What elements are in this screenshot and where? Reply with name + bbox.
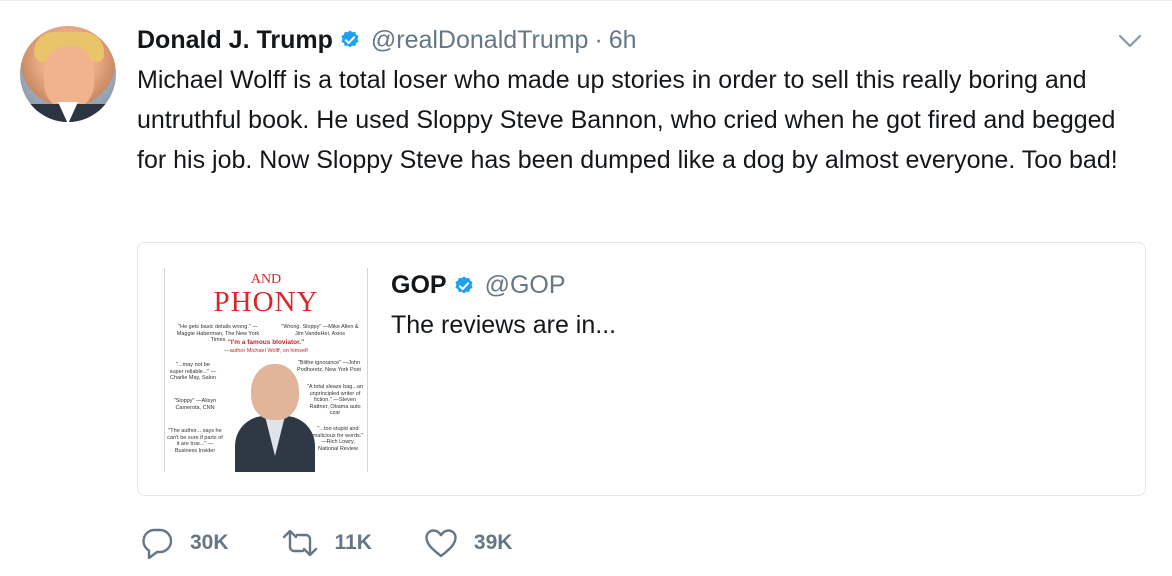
book-title-main: PHONY	[213, 286, 319, 318]
book-blurb-source: —author Michael Wolff, on himself	[224, 348, 308, 354]
quoted-author-name[interactable]: GOP	[391, 271, 447, 300]
book-cover-portrait	[235, 364, 315, 472]
retweet-button[interactable]: 11K	[281, 528, 372, 558]
chevron-down-icon[interactable]	[1118, 33, 1142, 49]
avatar-face	[44, 46, 94, 108]
book-blurb: "Sloppy" —Alisyn Camerota, CNN	[173, 398, 217, 411]
retweet-icon	[282, 529, 317, 557]
reply-count: 30K	[190, 531, 229, 554]
verified-badge-icon	[453, 275, 475, 297]
book-blurb: "Wrong. Sloppy" —Mike Allen & Jim VandeH…	[281, 324, 359, 337]
tweet-text: Michael Wolff is a total loser who made …	[137, 66, 1118, 174]
book-blurb: "...may not be super reliable..." —Charl…	[169, 362, 217, 381]
quoted-tweet-text: The reviews are in...	[391, 311, 617, 339]
author-handle[interactable]: @realDonaldTrump	[371, 26, 589, 55]
avatar[interactable]	[20, 26, 116, 122]
verified-badge-icon	[339, 29, 361, 51]
tweet-header: Donald J. Trump @realDonaldTrump · 6h	[137, 24, 637, 56]
quoted-tweet-header: GOP @GOP	[391, 271, 566, 300]
top-divider	[0, 0, 1172, 1]
book-blurb: "The author... says he can't be sure if …	[167, 428, 223, 454]
like-button[interactable]: 39K	[424, 527, 513, 559]
portrait-head	[251, 364, 299, 420]
heart-icon	[425, 529, 457, 558]
book-blurb-highlight: "I'm a famous bloviator."	[227, 339, 305, 346]
retweet-count: 11K	[334, 531, 372, 554]
tweet-actions: 30K 11K 39K	[140, 524, 564, 562]
like-count: 39K	[473, 531, 513, 554]
reply-button[interactable]: 30K	[140, 527, 229, 559]
tweet-timestamp[interactable]: 6h	[609, 26, 637, 55]
author-name[interactable]: Donald J. Trump	[137, 26, 333, 55]
quoted-author-handle[interactable]: @GOP	[485, 271, 566, 300]
reply-icon	[142, 528, 173, 559]
quoted-tweet-card[interactable]: AND PHONY "He gets basic details wrong."…	[137, 242, 1146, 496]
book-blurb: "...too stupid and malicious for words."…	[312, 426, 364, 452]
quoted-tweet-image[interactable]: AND PHONY "He gets basic details wrong."…	[164, 268, 368, 472]
header-separator: ·	[594, 25, 603, 54]
